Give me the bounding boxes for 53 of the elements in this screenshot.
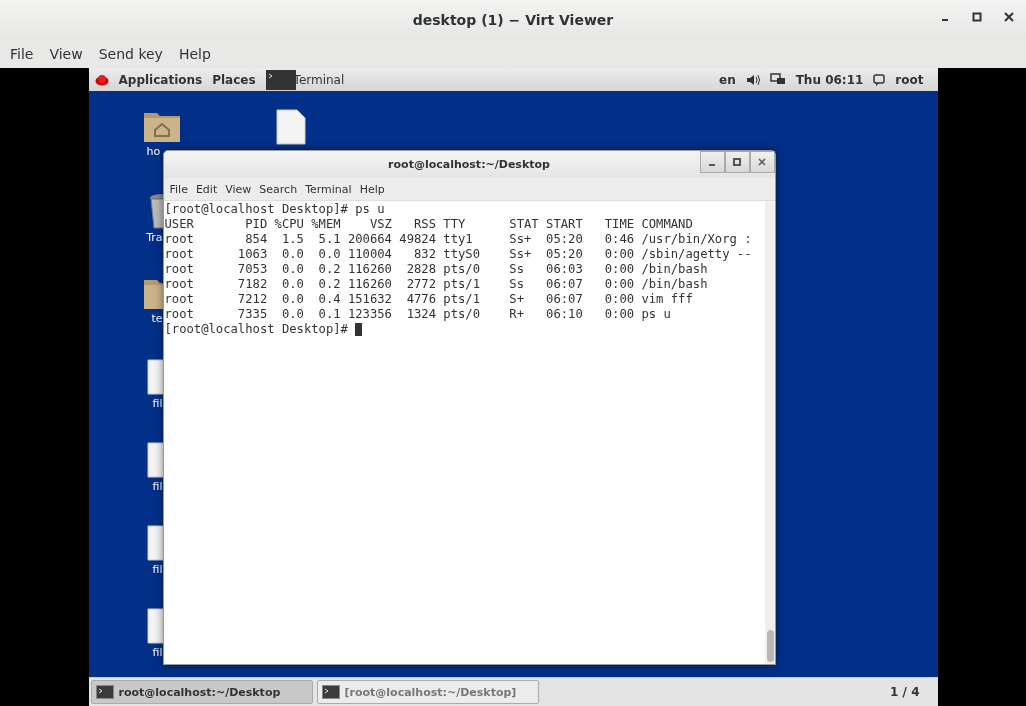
panel-menu[interactable]: Applications [118,72,203,87]
icon-label: fil [152,646,163,659]
scroll-thumb[interactable] [766,630,774,662]
maximize-button[interactable] [724,151,750,173]
menu-item[interactable]: Help [355,182,389,196]
terminal-icon [95,685,114,699]
hat-icon [94,73,109,86]
terminal-prompt: [root@localhost Desktop]# [164,322,349,337]
menu-item[interactable]: Edit [191,182,222,196]
terminal-line: root 1063 0.0 0.0 110004 832 ttyS0 Ss+ 05:20 0:00 /sbin/agetty -- [164,247,753,262]
task-button[interactable]: root@localhost:~/Desktop [90,680,313,704]
network-icon[interactable] [769,73,786,86]
keyboard-layout[interactable]: en [719,72,736,87]
user-menu[interactable]: root [895,72,924,87]
terminal-line: [root@localhost Desktop]# ps u [164,202,386,217]
close-icon[interactable] [1004,12,1014,22]
text-cursor [355,323,363,336]
terminal-line: root 7182 0.0 0.2 116260 2772 pts/1 Ss 06:07 0:00 /bin/bash [164,277,709,292]
menu-item[interactable]: Terminal [301,182,356,196]
menu-item[interactable]: Send key [90,46,171,62]
workspace-pager[interactable]: 1 / 4 [890,685,920,699]
icon-label: fil [152,397,163,410]
file-icon[interactable] [275,109,306,145]
menu-item[interactable]: Help [170,46,219,62]
close-icon [758,158,766,166]
terminal-line: root 7053 0.0 0.2 116260 2828 pts/0 Ss 06:03 0:00 /bin/bash [164,262,709,277]
menu-item[interactable]: File [165,182,192,196]
icon-label: Tra [146,231,163,244]
maximize-icon[interactable] [972,12,982,22]
clock[interactable]: Thu 06:11 [795,72,864,87]
volume-icon[interactable] [745,73,760,86]
terminal-title: root@localhost:~/Desktop [388,158,550,171]
minimize-button[interactable] [699,151,725,173]
trash-icon[interactable] [148,193,163,229]
menu-item[interactable]: View [221,182,256,196]
terminal-icon [321,685,340,699]
menu-item[interactable]: Search [255,182,302,196]
icon-label: fil [152,480,163,493]
window-title: desktop (1) − Virt Viewer [412,12,614,28]
menu-item[interactable]: File [2,46,42,62]
icon-label: fil [152,563,163,576]
panel-menu[interactable]: Places [212,72,256,87]
terminal-line: root 7212 0.0 0.4 151632 4776 pts/1 S+ 06:07 0:00 vim fff [164,292,694,307]
terminal-line: USER PID %CPU %MEM VSZ RSS TTY STAT START TIME COMMAND [164,217,694,232]
icon-label: ho [146,145,161,158]
icon-label: te [151,312,163,325]
maximize-icon [733,158,741,166]
scrollbar[interactable] [764,201,775,664]
menu-item[interactable]: View [41,46,91,62]
task-button[interactable]: [root@localhost:~/Desktop] [316,680,539,704]
terminal-line: root 854 1.5 5.1 200664 49824 tty1 Ss+ 05:20 0:46 /usr/bin/Xorg : [164,232,753,247]
terminal-line: root 7335 0.0 0.1 123356 1324 pts/0 R+ 06:10 0:00 ps u [164,307,672,322]
close-button[interactable] [749,151,775,173]
